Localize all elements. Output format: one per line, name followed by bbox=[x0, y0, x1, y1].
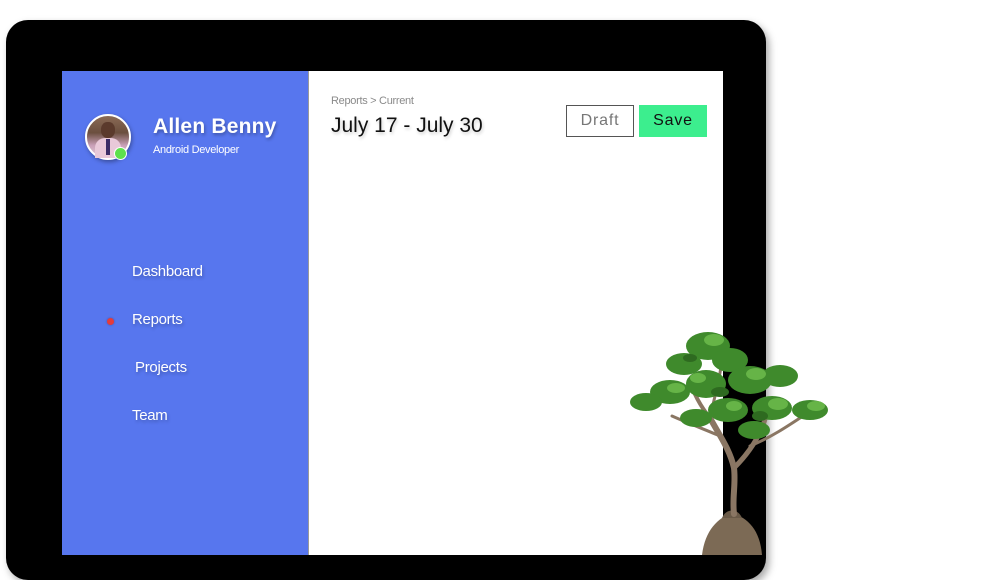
online-status-indicator bbox=[114, 147, 127, 160]
avatar-tie bbox=[106, 139, 110, 155]
breadcrumb[interactable]: Reports > Current bbox=[331, 95, 414, 107]
sidebar-item-team[interactable]: Team bbox=[132, 407, 168, 424]
save-button[interactable]: Save bbox=[639, 105, 707, 137]
bonsai-plant-image bbox=[630, 332, 828, 555]
page-title: July 17 - July 30 bbox=[331, 114, 483, 137]
active-indicator-dot bbox=[107, 318, 114, 325]
avatar-head bbox=[101, 122, 115, 138]
sidebar-item-projects[interactable]: Projects bbox=[135, 359, 187, 376]
draft-button[interactable]: Draft bbox=[566, 105, 634, 137]
sidebar-item-dashboard[interactable]: Dashboard bbox=[132, 263, 203, 280]
sidebar: Allen Benny Android Developer Dashboard … bbox=[62, 71, 308, 555]
header-bar: Reports > Current July 17 - July 30 Draf… bbox=[308, 71, 723, 182]
user-role: Android Developer bbox=[153, 144, 240, 156]
sidebar-item-reports[interactable]: Reports bbox=[132, 311, 183, 328]
user-name: Allen Benny bbox=[153, 115, 277, 138]
